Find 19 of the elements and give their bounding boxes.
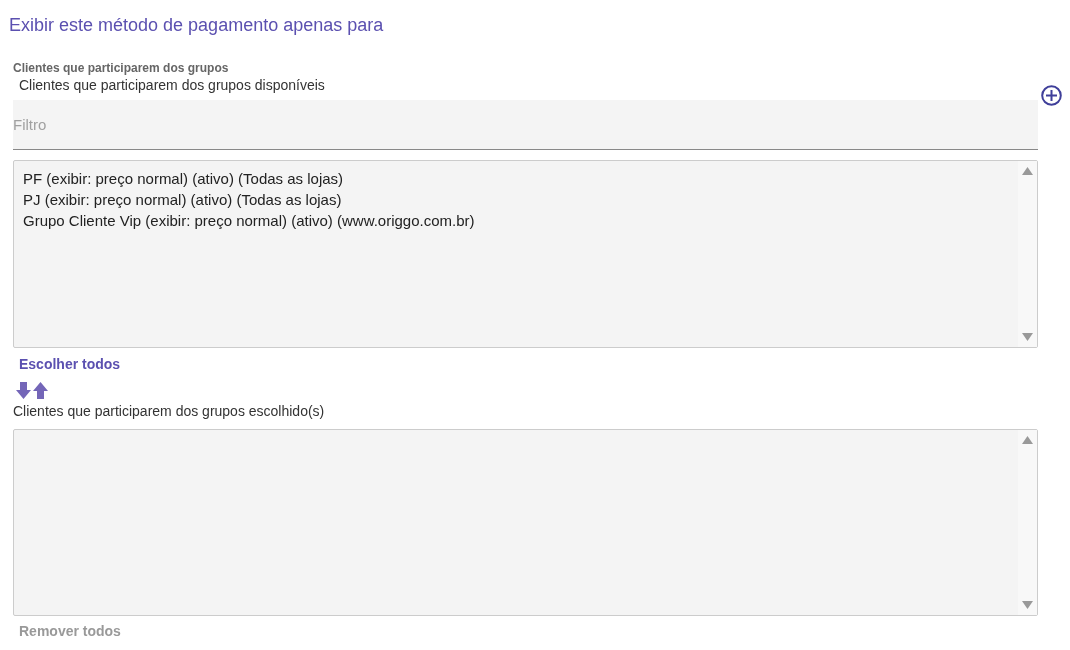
- scrollbar[interactable]: [1018, 430, 1037, 615]
- list-item[interactable]: PJ (exibir: preço normal) (ativo) (Todas as lojas): [23, 189, 1018, 210]
- scroll-up-icon[interactable]: [1022, 436, 1033, 444]
- filter-field[interactable]: Filtro: [13, 100, 1038, 150]
- scrollbar[interactable]: [1018, 161, 1037, 347]
- move-down-icon[interactable]: [16, 382, 31, 399]
- list-box[interactable]: PF (exibir: preço normal) (ativo) (Todas as lojas) PJ (exibir: preço normal) (ativo) (Todas as lojas) Grupo Cliente Vip (exibir: preço normal) (ativo) (www.origgo.com.br): [13, 160, 1038, 348]
- section-title: Exibir este método de pagamento apenas para: [9, 15, 384, 35]
- list-label: Clientes que participarem dos grupos disponíveis: [19, 77, 325, 93]
- list-item[interactable]: Grupo Cliente Vip (exibir: preço normal) (ativo) (www.origgo.com.br): [23, 210, 1018, 231]
- choose-all-link[interactable]: Escolher todos: [19, 354, 121, 375]
- list-label: Clientes que participarem dos grupos escolhido(s): [13, 403, 325, 419]
- add-icon[interactable]: [1041, 85, 1062, 106]
- scroll-down-icon[interactable]: [1022, 333, 1033, 341]
- scroll-down-icon[interactable]: [1022, 601, 1033, 609]
- move-up-icon[interactable]: [33, 382, 48, 399]
- scroll-up-icon[interactable]: [1022, 167, 1033, 175]
- list-item[interactable]: PF (exibir: preço normal) (ativo) (Todas as lojas): [23, 168, 1018, 189]
- field-label: Clientes que participarem dos grupos: [13, 61, 229, 75]
